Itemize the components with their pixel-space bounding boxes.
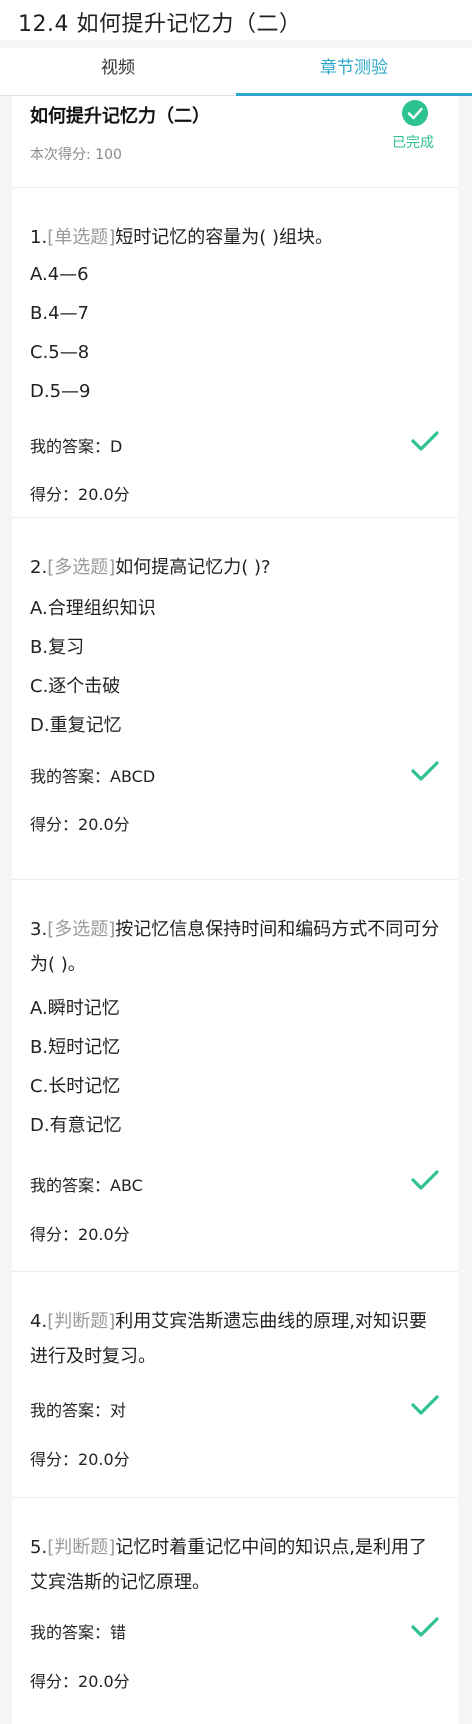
quiz-title: 如何提升记忆力（二）: [30, 106, 210, 127]
my-answer-label: 我的答案：: [30, 1176, 111, 1195]
question-stem: 2.[多选题]如何提高记忆力( )?: [30, 550, 440, 585]
tab-chapter-quiz[interactable]: 章节测验: [236, 48, 472, 96]
question-card: 1.[单选题]短时记忆的容量为( )组块。 A.4—6 B.4—7 C.5—8 …: [12, 188, 458, 518]
correct-check-icon: [411, 431, 439, 451]
page-title: 12.4 如何提升记忆力（二）: [18, 12, 302, 37]
question-card: 2.[多选题]如何提高记忆力( )? A.合理组织知识 B.复习 C.逐个击破 …: [12, 518, 458, 880]
question-stem: 5.[判断题]记忆时着重记忆中间的知识点,是利用了艾宾浩斯的记忆原理。: [30, 1530, 440, 1600]
question-card: 3.[多选题]按记忆信息保持时间和编码方式不同可分为( )。 A.瞬时记忆 B.…: [12, 880, 458, 1272]
quiz-content: 如何提升记忆力（二） 本次得分: 100 已完成 1.[单选题]短时记忆的容量为…: [12, 96, 458, 1724]
question-number: 1.: [30, 227, 48, 248]
option-d: D.5—9: [30, 381, 91, 402]
correct-check-icon: [411, 1395, 439, 1415]
question-number: 5.: [30, 1537, 48, 1558]
quiz-summary: 如何提升记忆力（二） 本次得分: 100 已完成: [12, 96, 458, 188]
question-number: 2.: [30, 557, 48, 578]
score-value: 20.0分: [78, 485, 130, 504]
correct-check-icon: [411, 761, 439, 781]
score-label: 得分：: [30, 1450, 79, 1469]
my-answer-value: ABCD: [110, 767, 156, 786]
completed-status: 已完成: [392, 135, 434, 151]
my-answer-label: 我的答案：: [30, 1401, 111, 1420]
tab-video[interactable]: 视频: [0, 48, 236, 96]
question-stem: 4.[判断题]利用艾宾浩斯遗忘曲线的原理,对知识要进行及时复习。: [30, 1304, 440, 1374]
app-header: 12.4 如何提升记忆力（二）: [0, 0, 472, 40]
completed-check-icon: [402, 100, 428, 126]
option-b: B.短时记忆: [30, 1037, 121, 1058]
question-text: 如何提高记忆力( )?: [115, 557, 271, 578]
total-score: 本次得分: 100: [30, 147, 122, 163]
my-answer: 我的答案：对: [30, 1397, 126, 1421]
my-answer: 我的答案：ABC: [30, 1172, 143, 1196]
score-label: 得分：: [30, 1225, 79, 1244]
my-answer-value: ABC: [110, 1176, 143, 1195]
question-card: 5.[判断题]记忆时着重记忆中间的知识点,是利用了艾宾浩斯的记忆原理。 我的答案…: [12, 1498, 458, 1724]
question-score: 得分：20.0分: [30, 1668, 130, 1692]
my-answer-label: 我的答案：: [30, 1623, 111, 1642]
my-answer: 我的答案：ABCD: [30, 763, 155, 787]
question-type: [判断题]: [47, 1537, 116, 1558]
my-answer: 我的答案：错: [30, 1619, 126, 1643]
option-c: C.逐个击破: [30, 676, 121, 697]
question-score: 得分：20.0分: [30, 811, 130, 835]
option-c: C.长时记忆: [30, 1076, 121, 1097]
question-type: [判断题]: [47, 1311, 116, 1332]
option-a: A.瞬时记忆: [30, 998, 120, 1019]
question-score: 得分：20.0分: [30, 481, 130, 505]
score-value: 20.0分: [78, 815, 130, 834]
option-d: D.重复记忆: [30, 715, 122, 736]
correct-check-icon: [411, 1170, 439, 1190]
question-type: [单选题]: [47, 227, 116, 248]
option-a: A.4—6: [30, 264, 89, 285]
question-type: [多选题]: [47, 919, 116, 940]
my-answer-label: 我的答案：: [30, 767, 111, 786]
score-value: 20.0分: [78, 1225, 130, 1244]
option-c: C.5—8: [30, 342, 90, 363]
question-score: 得分：20.0分: [30, 1221, 130, 1245]
option-b: B.4—7: [30, 303, 89, 324]
my-answer-value: D: [110, 437, 123, 456]
option-b: B.复习: [30, 637, 85, 658]
score-value: 20.0分: [78, 1672, 130, 1691]
my-answer-value: 错: [110, 1623, 127, 1642]
score-label: 得分：: [30, 815, 79, 834]
correct-check-icon: [411, 1617, 439, 1637]
my-answer-value: 对: [110, 1401, 127, 1420]
question-stem: 3.[多选题]按记忆信息保持时间和编码方式不同可分为( )。: [30, 912, 440, 982]
question-text: 短时记忆的容量为( )组块。: [115, 227, 333, 248]
question-score: 得分：20.0分: [30, 1446, 130, 1470]
option-a: A.合理组织知识: [30, 598, 156, 619]
score-label: 得分：: [30, 1672, 79, 1691]
question-number: 4.: [30, 1311, 48, 1332]
option-d: D.有意记忆: [30, 1115, 122, 1136]
my-answer-label: 我的答案：: [30, 437, 111, 456]
tab-chapter-quiz-label: 章节测验: [320, 58, 388, 78]
score-label: 得分：: [30, 485, 79, 504]
score-value: 20.0分: [78, 1450, 130, 1469]
question-stem: 1.[单选题]短时记忆的容量为( )组块。: [30, 220, 440, 255]
question-number: 3.: [30, 919, 48, 940]
my-answer: 我的答案：D: [30, 433, 122, 457]
question-type: [多选题]: [47, 557, 116, 578]
question-card: 4.[判断题]利用艾宾浩斯遗忘曲线的原理,对知识要进行及时复习。 我的答案：对 …: [12, 1272, 458, 1498]
tab-bar: 视频 章节测验: [0, 48, 472, 96]
